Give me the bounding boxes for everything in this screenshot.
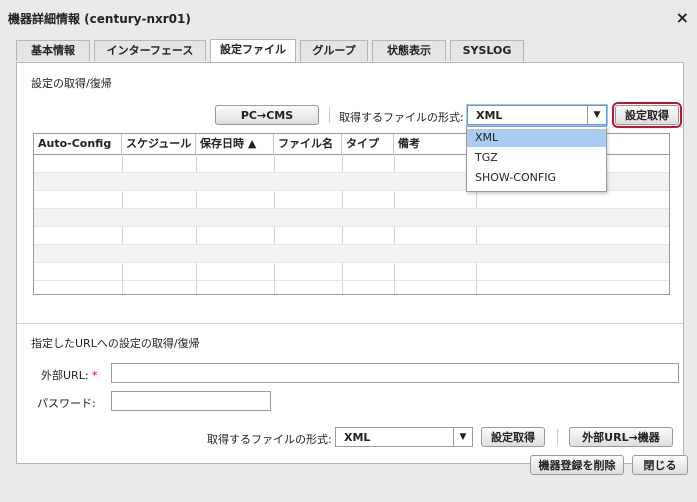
url-format-label: 取得するファイルの形式: — [207, 433, 332, 446]
pc-to-cms-button[interactable]: PC→CMS — [215, 105, 319, 125]
url-to-device-button[interactable]: 外部URL→機器 — [569, 427, 673, 447]
dropdown-option-xml[interactable]: XML — [467, 129, 606, 147]
format-dropdown-list: XML TGZ SHOW-CONFIG — [466, 126, 607, 192]
title-bar: 機器詳細情報 (century-nxr01) × — [6, 6, 691, 28]
delete-registration-button[interactable]: 機器登録を削除 — [530, 455, 624, 475]
table-row[interactable] — [34, 209, 669, 227]
format-label: 取得するファイルの形式: — [339, 111, 464, 124]
close-button[interactable]: 閉じる — [632, 455, 688, 475]
column-header-saved-at[interactable]: 保存日時 ▲ — [196, 134, 274, 154]
tab-syslog[interactable]: SYSLOG — [450, 40, 524, 61]
table-row[interactable] — [34, 263, 669, 281]
column-header-notes[interactable]: 備考 — [394, 134, 476, 154]
url-format-select-value: XML — [344, 431, 371, 444]
tab-group[interactable]: グループ — [300, 40, 368, 61]
password-input[interactable] — [111, 391, 271, 411]
get-config-button[interactable]: 設定取得 — [612, 102, 682, 128]
password-label: パスワード: — [37, 397, 96, 410]
section-title-get-restore: 設定の取得/復帰 — [31, 77, 112, 90]
tab-interfaces[interactable]: インターフェース — [94, 40, 206, 61]
tab-config-file[interactable]: 設定ファイル — [210, 39, 296, 62]
section-title-url-get-restore: 指定したURLへの設定の取得/復帰 — [31, 337, 200, 350]
dropdown-option-tgz[interactable]: TGZ — [467, 149, 606, 167]
table-row[interactable] — [34, 227, 669, 245]
column-header-type[interactable]: タイプ — [342, 134, 394, 154]
dropdown-option-show-config[interactable]: SHOW-CONFIG — [467, 169, 606, 187]
table-row[interactable] — [34, 191, 669, 209]
url-label: 外部URL: * — [41, 369, 98, 382]
section-divider — [17, 323, 683, 324]
required-mark: * — [92, 369, 98, 382]
chevron-down-icon: ▼ — [453, 428, 472, 446]
tab-basic-info[interactable]: 基本情報 — [16, 40, 90, 61]
toolbar-separator — [329, 107, 330, 123]
column-header-filename[interactable]: ファイル名 — [274, 134, 342, 154]
chevron-down-icon: ▼ — [587, 106, 606, 124]
device-detail-dialog: 機器詳細情報 (century-nxr01) × 基本情報 インターフェース 設… — [0, 0, 697, 502]
format-select[interactable]: XML ▼ — [467, 105, 607, 125]
external-url-input[interactable] — [111, 363, 679, 383]
format-select-value: XML — [476, 109, 503, 122]
dialog-title: 機器詳細情報 (century-nxr01) — [8, 12, 191, 26]
url-format-select[interactable]: XML ▼ — [335, 427, 473, 447]
tab-status[interactable]: 状態表示 — [372, 40, 446, 61]
column-header-auto-config[interactable]: Auto-Config — [34, 134, 122, 154]
table-row[interactable] — [34, 245, 669, 263]
close-icon[interactable]: × — [676, 8, 689, 27]
column-header-schedule[interactable]: スケジュール — [122, 134, 196, 154]
url-get-config-button[interactable]: 設定取得 — [481, 427, 545, 447]
toolbar-separator — [557, 429, 558, 445]
config-file-panel: 設定の取得/復帰 PC→CMS 取得するファイルの形式: XML ▼ 設定取得 … — [16, 62, 684, 464]
